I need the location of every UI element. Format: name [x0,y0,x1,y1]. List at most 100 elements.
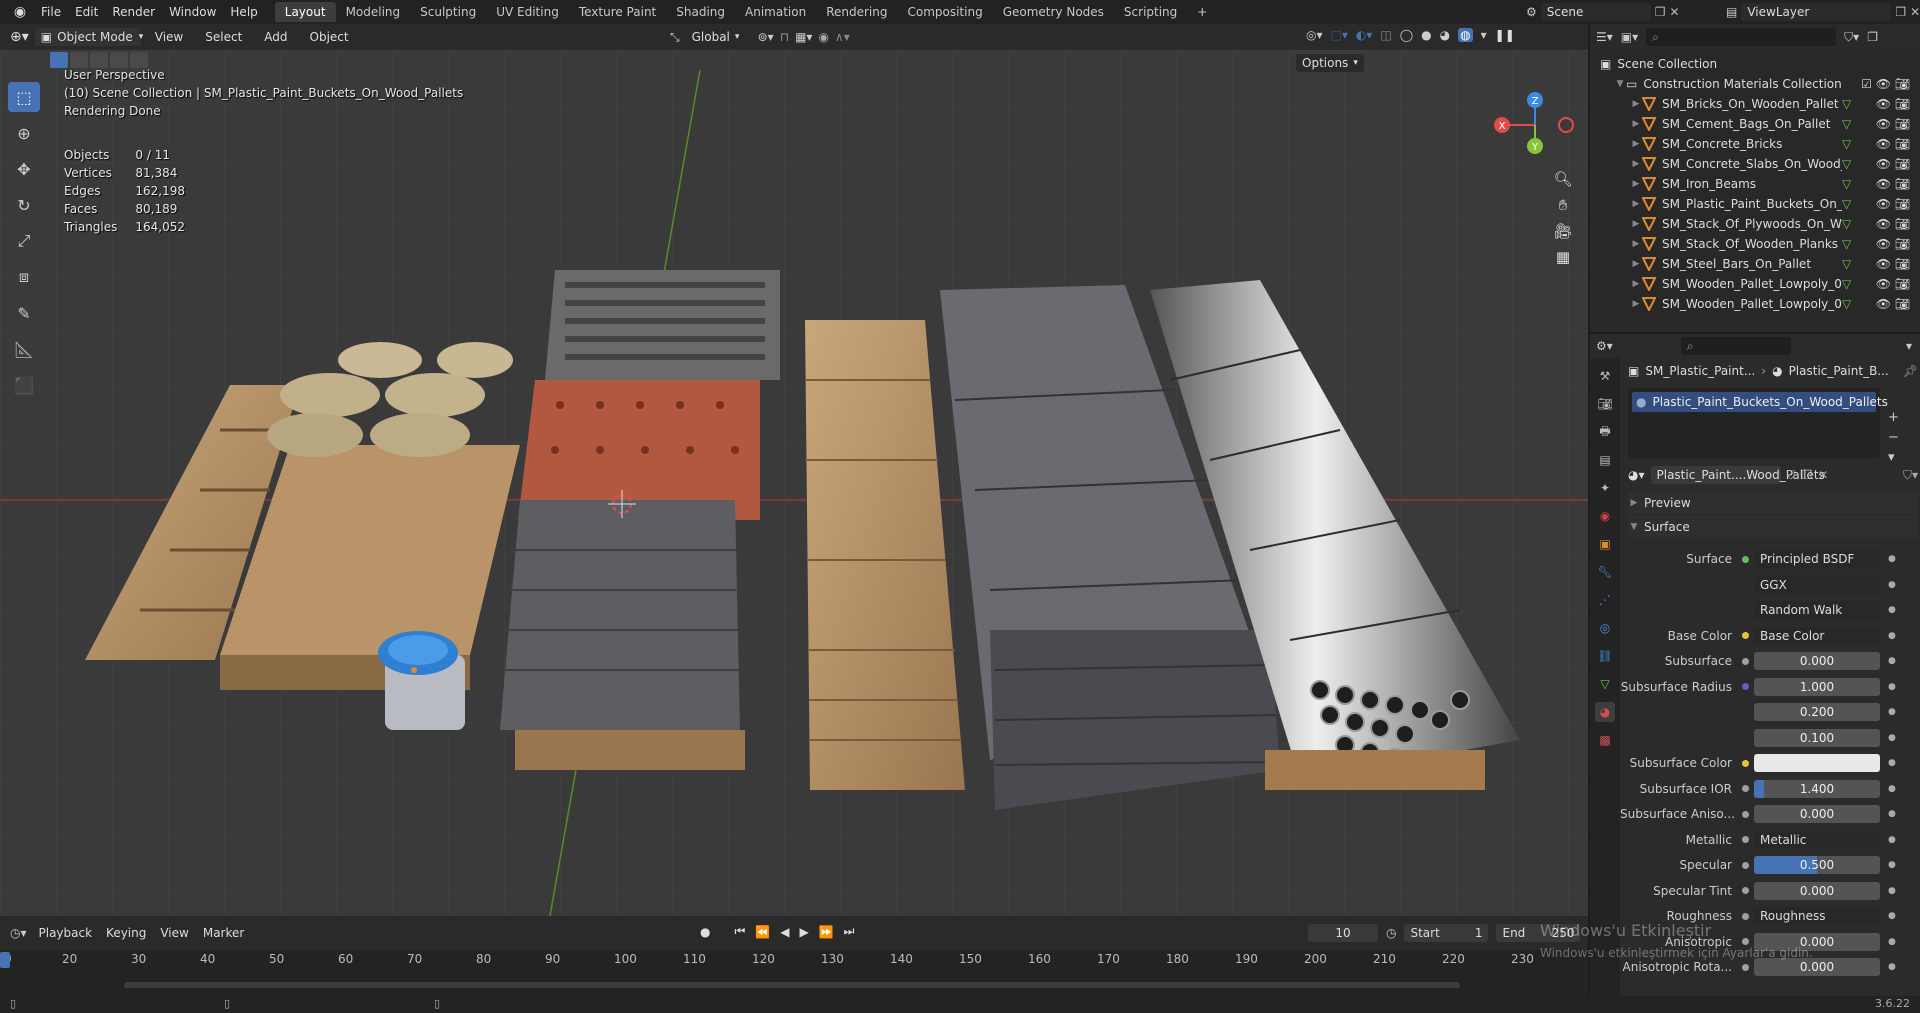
menu-window[interactable]: Window [162,5,223,19]
number-field[interactable]: 0.000 [1754,805,1880,823]
material-name-field[interactable]: Plastic_Paint....Wood_Pallets [1650,466,1825,484]
number-field[interactable]: 0.000 [1754,958,1880,976]
socket-dot-icon[interactable] [1742,657,1749,665]
keyframe-dot-icon[interactable]: ● [1888,707,1896,717]
outliner-item[interactable]: ▶SM_Plastic_Paint_Buckets_On_Wooc▽👁︎ 📷︎ [1590,194,1920,214]
keyframe-dot-icon[interactable]: ● [1888,733,1896,743]
timeline-scrollbar[interactable] [124,982,1460,988]
socket-dot-icon[interactable] [1742,938,1749,945]
select-subtract-icon[interactable] [90,52,108,68]
timeline-menu-view[interactable]: View [160,926,188,940]
rotate-tool-icon[interactable]: ↻ [8,190,40,220]
unlink-material-icon[interactable]: ✕ [1818,468,1828,482]
outliner-scene-collection[interactable]: ▣ Scene Collection [1590,54,1920,74]
outliner-item[interactable]: ▶ SM_Steel_Bars_On_Pallet ▽ 👁︎ 📷︎ [1590,254,1920,274]
world-tab-icon[interactable]: ◉ [1595,506,1615,526]
blender-logo-icon[interactable]: ◉ [6,4,34,20]
current-frame-field[interactable]: 10 [1308,924,1378,942]
outliner-collection-row[interactable]: ▼ ▭ Construction Materials Collection ☑ … [1590,74,1920,94]
particles-tab-icon[interactable]: ⋰ [1595,590,1615,610]
snap-icon[interactable]: ⊓ [780,30,789,44]
viewlayer-field[interactable]: ViewLayer [1741,3,1892,21]
expand-icon[interactable]: ▶ [1630,159,1642,169]
visibility-toggle-icons[interactable]: 👁︎ 📷︎ [1876,237,1910,251]
collection-visibility-icons[interactable]: ☑ 👁︎ 📷︎ [1861,77,1910,91]
tool-tab-icon[interactable]: ⚒ [1595,366,1615,386]
outliner-item[interactable]: ▶SM_Concrete_Slabs_On_Wood_Palle▽👁︎ 📷︎ [1590,154,1920,174]
fake-user-icon[interactable]: ⛉ [1787,468,1796,483]
expand-icon[interactable]: ▶ [1630,219,1642,229]
annotate-tool-icon[interactable]: ✎ [8,298,40,328]
outliner-item[interactable]: ▶SM_Stack_Of_Plywoods_On_Wood_F▽👁︎ 📷︎ [1590,214,1920,234]
expand-icon[interactable]: ▶ [1630,259,1642,269]
surface-panel-header[interactable]: ▼ Surface [1628,516,1918,538]
timeline-area[interactable]: 0203040506070809010011012013014015016017… [0,950,1588,996]
visibility-icon[interactable]: ◎▾ [1306,28,1323,42]
display-mode-icon[interactable]: ▣▾ [1621,30,1638,44]
outliner-item[interactable]: ▶ SM_Concrete_Bricks ▽ 👁︎ 📷︎ [1590,134,1920,154]
number-field[interactable]: 1.400 [1754,779,1880,798]
visibility-toggle-icons[interactable]: 👁︎ 📷︎ [1876,297,1910,311]
add-slot-button[interactable]: + [1888,408,1899,428]
preview-panel-header[interactable]: ▶ Preview [1628,492,1918,514]
select-intersect-icon[interactable] [130,52,148,68]
material-browse-icon[interactable]: ◕▾ [1628,468,1645,482]
remove-slot-button[interactable]: − [1888,428,1899,448]
visibility-toggle-icons[interactable]: 👁︎ 📷︎ [1876,257,1910,271]
play-reverse-icon[interactable]: ◀ [780,925,789,939]
dropdown-field[interactable]: Random Walk [1754,601,1880,619]
scene-field[interactable]: Scene [1540,3,1651,21]
texture-tab-icon[interactable]: ▩ [1595,730,1615,750]
prev-keyframe-icon[interactable]: ⏪ [755,925,770,939]
new-collection-icon[interactable]: ❐ [1867,30,1878,44]
add-workspace-button[interactable]: + [1187,2,1217,22]
expand-icon[interactable]: ▶ [1630,199,1642,209]
keyframe-dot-icon[interactable]: ● [1888,911,1896,921]
keyframe-dot-icon[interactable]: ● [1888,886,1896,896]
expand-icon[interactable]: ▶ [1630,279,1642,289]
expand-icon[interactable]: ▶ [1630,139,1642,149]
overlay-icon[interactable]: ◐▾ [1356,28,1373,42]
number-field[interactable]: 0.000 [1754,881,1880,900]
tab-uv-editing[interactable]: UV Editing [486,2,569,22]
outliner-editor-icon[interactable]: ☰▾ [1596,30,1613,44]
vp-menu-object[interactable]: Object [302,30,357,44]
select-box-icon[interactable]: ⬚ [8,82,40,112]
outliner-item[interactable]: ▶ SM_Wooden_Pallet_Lowpoly_01 ▽ 👁︎ 📷︎ [1590,274,1920,294]
linked-socket-field[interactable]: Principled BSDF [1754,550,1880,568]
expand-icon[interactable]: ▶ [1630,119,1642,129]
output-tab-icon[interactable]: 🖶 [1595,422,1615,442]
socket-dot-icon[interactable] [1742,963,1749,971]
rendered-shading-icon[interactable]: ◍ [1458,28,1473,42]
zoom-icon[interactable]: 🔍︎ [1550,166,1576,192]
outliner-item[interactable]: ▶ SM_Cement_Bags_On_Pallet ▽ 👁︎ 📷︎ [1590,114,1920,134]
keyframe-dot-icon[interactable]: ● [1888,962,1896,972]
keyframe-dot-icon[interactable]: ● [1888,682,1896,692]
socket-dot-icon[interactable] [1742,759,1749,767]
number-field[interactable]: 1.000 [1754,677,1880,696]
visibility-toggle-icons[interactable]: 👁︎ 📷︎ [1876,277,1910,291]
number-field[interactable]: 0.100 [1754,728,1880,747]
menu-file[interactable]: File [34,5,68,19]
keyframe-dot-icon[interactable]: ● [1888,631,1896,641]
keyframe-dot-icon[interactable]: ● [1888,835,1896,845]
keyframe-dot-icon[interactable]: ● [1888,758,1896,768]
delete-scene-icon[interactable]: ✕ [1670,5,1680,19]
visibility-toggle-icons[interactable]: 👁︎ 📷︎ [1876,177,1910,191]
timeline-menu-playback[interactable]: Playback [39,926,93,940]
timeline-menu-keying[interactable]: Keying [106,926,146,940]
pan-hand-icon[interactable]: ✋︎ [1550,192,1576,218]
linked-socket-field[interactable]: Roughness [1754,907,1880,925]
timeline-ruler[interactable]: 0203040506070809010011012013014015016017… [0,950,1588,970]
expand-icon[interactable]: ▶ [1630,239,1642,249]
timeline-menu-marker[interactable]: Marker [203,926,244,940]
timeline-editor-icon[interactable]: ◷▾ [10,926,27,940]
socket-dot-icon[interactable] [1742,912,1749,920]
new-viewlayer-icon[interactable]: ❐ [1895,5,1906,19]
material-shading-icon[interactable]: ◕ [1440,28,1450,42]
falloff-icon[interactable]: ∧▾ [835,30,850,44]
number-field[interactable]: 0.200 [1754,703,1880,721]
keyframe-dot-icon[interactable]: ● [1888,784,1896,794]
measure-tool-icon[interactable]: 📐︎ [8,334,40,364]
pause-render-icon[interactable]: ❚❚ [1495,28,1515,42]
